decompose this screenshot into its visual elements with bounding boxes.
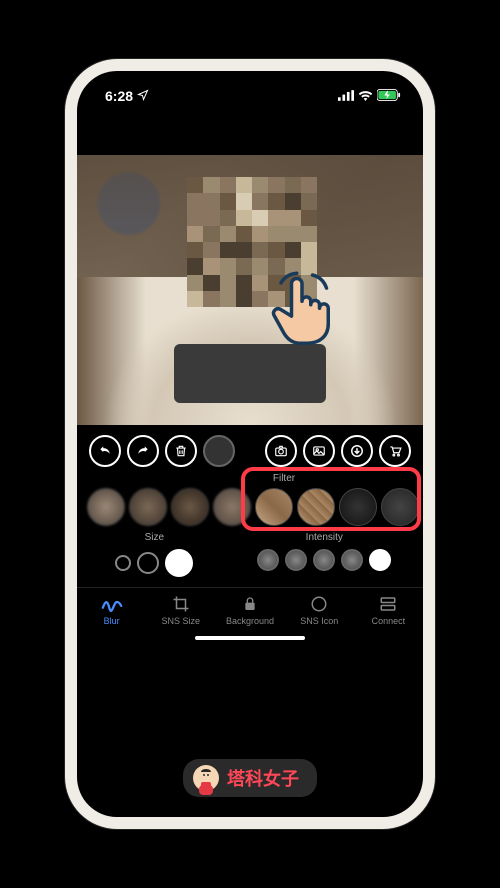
wifi-icon (358, 88, 373, 104)
tab-background[interactable]: Background (215, 594, 284, 626)
home-indicator[interactable] (195, 636, 305, 640)
filter-option-1[interactable] (87, 488, 125, 526)
filter-option-7[interactable] (339, 488, 377, 526)
controls-row: Size Intensity (77, 528, 423, 583)
filter-option-2[interactable] (129, 488, 167, 526)
size-small[interactable] (115, 555, 131, 571)
intensity-5[interactable] (369, 549, 391, 571)
phone-screen: 6:28 (77, 71, 423, 817)
photo-laptop (174, 344, 326, 403)
tab-sns-icon-label: SNS Icon (300, 616, 338, 626)
undo-button[interactable] (89, 435, 121, 467)
signal-icon (338, 88, 354, 104)
intensity-3[interactable] (313, 549, 335, 571)
brush-preview-button[interactable] (203, 435, 235, 467)
filter-option-8[interactable] (381, 488, 417, 526)
intensity-2[interactable] (285, 549, 307, 571)
tab-connect[interactable]: Connect (354, 594, 423, 626)
tab-sns-size[interactable]: SNS Size (146, 594, 215, 626)
size-medium[interactable] (137, 552, 159, 574)
size-selector[interactable] (85, 545, 224, 581)
camera-button[interactable] (265, 435, 297, 467)
delete-button[interactable] (165, 435, 197, 467)
filter-label: Filter (265, 473, 295, 484)
redo-button[interactable] (127, 435, 159, 467)
intensity-1[interactable] (257, 549, 279, 571)
size-large[interactable] (165, 549, 193, 577)
connect-icon (379, 594, 397, 614)
scribble-icon (101, 594, 123, 614)
battery-charging-icon (377, 88, 401, 104)
filter-option-6[interactable] (297, 488, 335, 526)
phone-frame: 6:28 (65, 59, 435, 829)
intensity-selector[interactable] (234, 545, 415, 575)
tab-sns-icon[interactable]: SNS Icon (285, 594, 354, 626)
branding-text: 塔科女子 (227, 765, 299, 791)
lock-icon (242, 594, 258, 614)
intensity-4[interactable] (341, 549, 363, 571)
download-button[interactable] (341, 435, 373, 467)
tab-blur-label: Blur (104, 616, 120, 626)
notch (175, 71, 325, 95)
photo-canvas[interactable] (77, 155, 423, 425)
filter-option-5[interactable] (255, 488, 293, 526)
branding-watermark: 塔科女子 (183, 759, 317, 797)
filter-row[interactable] (83, 486, 417, 528)
circle-icon (310, 594, 328, 614)
status-time: 6:28 (105, 88, 133, 104)
tab-background-label: Background (226, 616, 274, 626)
tab-sns-size-label: SNS Size (162, 616, 201, 626)
filter-option-4[interactable] (213, 488, 251, 526)
size-label: Size (85, 532, 224, 543)
filter-section: Filter (77, 473, 423, 528)
crop-icon (172, 594, 190, 614)
filter-option-3[interactable] (171, 488, 209, 526)
gallery-button[interactable] (303, 435, 335, 467)
intensity-label: Intensity (234, 532, 415, 543)
action-toolbar (77, 425, 423, 473)
location-icon (137, 88, 149, 104)
bottom-tabs: Blur SNS Size Background SNS Icon Connec… (77, 587, 423, 630)
tab-blur[interactable]: Blur (77, 594, 146, 626)
branding-avatar-icon (193, 765, 219, 791)
cart-button[interactable] (379, 435, 411, 467)
touch-gesture-icon (267, 270, 337, 350)
tab-connect-label: Connect (372, 616, 406, 626)
